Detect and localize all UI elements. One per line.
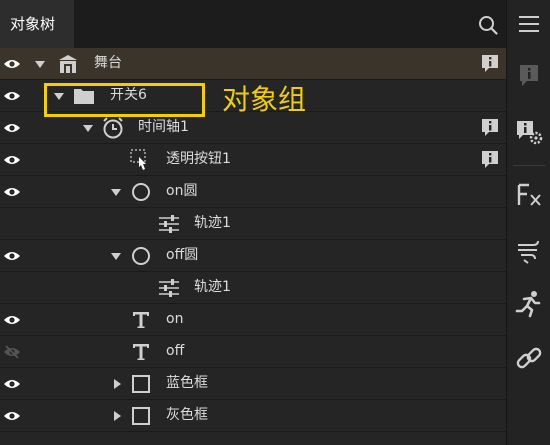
collapse-arrow-icon[interactable]: [111, 378, 123, 390]
text-icon: [130, 341, 152, 363]
tree-row-gray-box[interactable]: 灰色框: [0, 400, 506, 432]
track-icon: [158, 213, 180, 235]
tree-row-text-on[interactable]: on: [0, 304, 506, 336]
tree-row-track1-b[interactable]: 轨迹1: [0, 272, 506, 304]
tree-row-transparent-button1[interactable]: 透明按钮1: [0, 144, 506, 176]
expand-arrow-icon[interactable]: [110, 186, 122, 198]
eye-icon[interactable]: [0, 48, 24, 79]
tree-row-blue-box[interactable]: 蓝色框: [0, 368, 506, 400]
tree-row-label: 轨迹1: [194, 279, 231, 295]
link-icon[interactable]: [507, 344, 550, 372]
expand-arrow-icon[interactable]: [82, 122, 94, 134]
circle-icon: [130, 181, 152, 203]
eye-icon[interactable]: [0, 368, 24, 399]
panel-header: 对象树: [0, 0, 506, 48]
text-icon: [130, 309, 152, 331]
eye-icon[interactable]: [0, 176, 24, 207]
eye-icon[interactable]: [0, 304, 24, 335]
tree-row-text-off[interactable]: off: [0, 336, 506, 368]
eye-icon[interactable]: [0, 80, 24, 111]
info-icon[interactable]: [480, 117, 500, 137]
expand-arrow-icon[interactable]: [110, 250, 122, 262]
stage-icon: [57, 53, 79, 75]
info-icon[interactable]: [480, 53, 500, 73]
eye-icon[interactable]: [0, 240, 24, 271]
tree-row-label: 透明按钮1: [166, 151, 231, 167]
square-icon: [130, 405, 152, 427]
wind-icon[interactable]: [507, 236, 550, 264]
info-bubble-icon[interactable]: [507, 63, 550, 89]
annotation-label: 对象组: [222, 83, 307, 116]
tree-row-label: 轨迹1: [194, 215, 231, 231]
fx-icon[interactable]: [507, 182, 550, 208]
tab-object-tree[interactable]: 对象树: [0, 0, 74, 48]
eye-hidden-icon[interactable]: [0, 336, 24, 367]
tree-row-label: 灰色框: [166, 407, 208, 423]
hamburger-menu-icon[interactable]: [507, 15, 550, 33]
tree-row-label: 蓝色框: [166, 375, 208, 391]
square-icon: [130, 373, 152, 395]
annotation-highlight-box: [44, 83, 205, 117]
eye-icon[interactable]: [0, 400, 24, 431]
tree-row-on-circle[interactable]: on圆: [0, 176, 506, 208]
collapse-arrow-icon[interactable]: [111, 410, 123, 422]
tree-row-label: off圆: [166, 247, 199, 263]
tree-row-off-circle[interactable]: off圆: [0, 240, 506, 272]
circle-icon: [130, 245, 152, 267]
tree-row-label: 舞台: [94, 55, 122, 71]
eye-icon[interactable]: [0, 144, 24, 175]
info-icon[interactable]: [480, 149, 500, 169]
tree-row-track1[interactable]: 轨迹1: [0, 208, 506, 240]
track-icon: [158, 277, 180, 299]
right-toolbar: [506, 0, 550, 445]
running-icon[interactable]: [507, 290, 550, 318]
eye-icon[interactable]: [0, 112, 24, 143]
toolbar-divider: [513, 165, 545, 166]
tree-row-label: off: [166, 343, 185, 359]
tree-row-stage[interactable]: 舞台: [0, 48, 506, 80]
info-gear-icon[interactable]: [507, 118, 550, 146]
timeline-icon: [102, 117, 124, 139]
search-icon[interactable]: [478, 15, 498, 35]
tree-row-label: on圆: [166, 183, 198, 199]
transparent-button-icon: [130, 149, 152, 171]
expand-arrow-icon[interactable]: [34, 58, 46, 70]
tree-row-label: on: [166, 311, 184, 327]
